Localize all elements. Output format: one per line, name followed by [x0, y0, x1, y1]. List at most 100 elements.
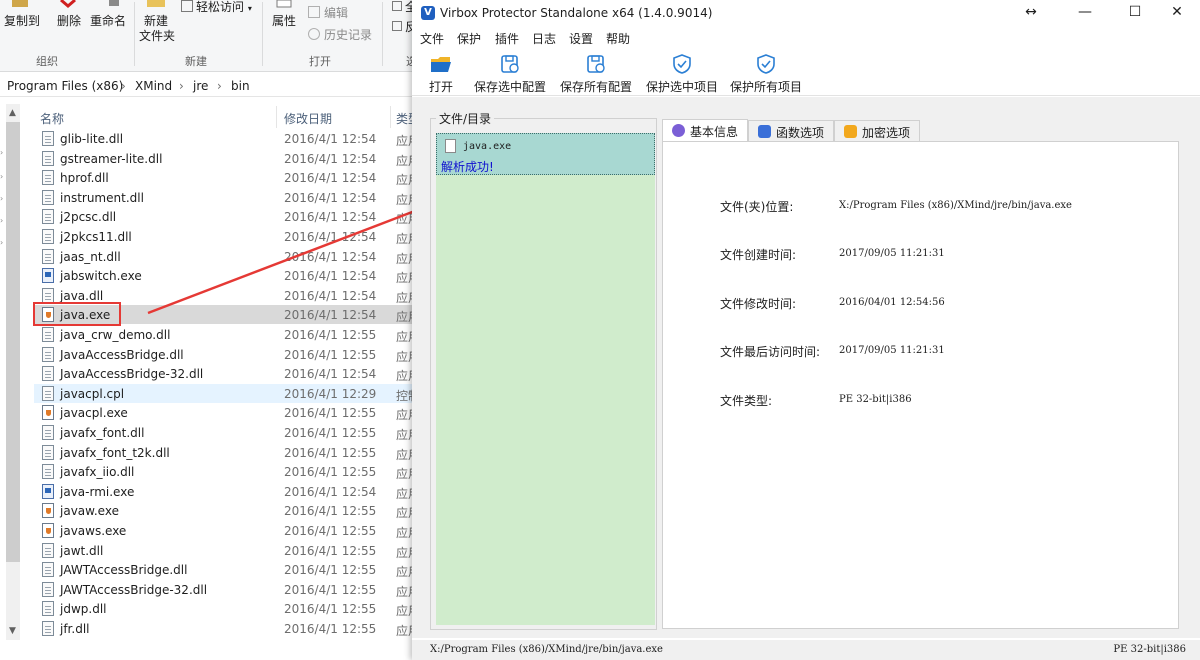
save-selected-config-button[interactable]: 保存选中配置: [472, 48, 548, 96]
close-button[interactable]: ✕: [1154, 0, 1200, 26]
ribbon-group-open: 打开: [309, 55, 331, 68]
rename-button[interactable]: 重命名: [90, 12, 126, 29]
file-row[interactable]: javacpl.exe 2016/4/1 12:55 应用: [34, 403, 420, 422]
file-row[interactable]: jaas_nt.dll 2016/4/1 12:54 应用: [34, 247, 420, 266]
scroll-up-icon[interactable]: ▲: [9, 108, 16, 118]
history-icon: [308, 28, 320, 40]
delete-button[interactable]: 删除: [57, 12, 81, 29]
file-row[interactable]: jfr.dll 2016/4/1 12:55 应用: [34, 619, 420, 638]
tab-encryption-options[interactable]: 加密选项: [834, 120, 920, 141]
easy-access-button[interactable]: 轻松访问 ▾: [181, 0, 252, 15]
file-row[interactable]: jawt.dll 2016/4/1 12:55 应用: [34, 541, 420, 560]
dll-file-icon: [42, 287, 54, 303]
protect-all-button[interactable]: 保护所有项目: [728, 48, 804, 96]
file-row[interactable]: javaws.exe 2016/4/1 12:55 应用: [34, 521, 420, 540]
explorer-ribbon: 复制到 删除 重命名 新建 文件夹 轻松访问 ▾ 属性 编辑 历史记录 全 反 …: [0, 0, 440, 72]
file-row[interactable]: j2pcsc.dll 2016/4/1 12:54 应用: [34, 207, 420, 226]
info-value-location: X:/Program Files (x86)/XMind/jre/bin/jav…: [839, 200, 1072, 211]
expand-icon[interactable]: ›: [0, 148, 3, 157]
tab-function-options[interactable]: 函数选项: [748, 120, 834, 141]
annotation-highlight-box: [33, 302, 121, 326]
resize-icon[interactable]: ↔: [1008, 0, 1054, 26]
nav-scrollbar-thumb[interactable]: [6, 122, 20, 562]
file-tree-item[interactable]: java.exe 解析成功!: [436, 133, 655, 175]
file-name: j2pcsc.dll: [60, 210, 117, 225]
exe-file-icon: [42, 268, 54, 284]
menu-file[interactable]: 文件: [420, 30, 444, 47]
dll-file-icon: [42, 170, 54, 186]
menu-help[interactable]: 帮助: [606, 30, 630, 47]
breadcrumb-bin[interactable]: bin: [231, 79, 250, 93]
file-date: 2016/4/1 12:54: [284, 367, 377, 382]
properties-icon: [276, 0, 292, 8]
info-value-file-type: PE 32-bit|i386: [839, 394, 912, 405]
window-title: Virbox Protector Standalone x64 (1.4.0.9…: [440, 6, 713, 20]
expand-icon[interactable]: ›: [0, 194, 3, 203]
scroll-down-icon[interactable]: ▼: [9, 626, 16, 636]
file-row[interactable]: JAWTAccessBridge-32.dll 2016/4/1 12:55 应用: [34, 580, 420, 599]
history-button[interactable]: 历史记录: [308, 26, 372, 43]
file-tree-item-name: java.exe: [463, 141, 512, 152]
new-folder-button-line2[interactable]: 文件夹: [139, 27, 175, 44]
maximize-button[interactable]: ☐: [1112, 0, 1158, 26]
file-tree[interactable]: java.exe 解析成功!: [436, 133, 655, 625]
lock-icon: [844, 125, 857, 138]
java-file-icon: [42, 523, 54, 538]
breadcrumb-xmind[interactable]: XMind: [135, 79, 172, 93]
file-row[interactable]: gstreamer-lite.dll 2016/4/1 12:54 应用: [34, 149, 420, 168]
column-divider[interactable]: [390, 106, 391, 128]
file-row[interactable]: glib-lite.dll 2016/4/1 12:54 应用: [34, 129, 420, 148]
info-label-file-type: 文件类型:: [720, 394, 773, 408]
file-name: javafx_font.dll: [60, 426, 145, 440]
file-name: java-rmi.exe: [60, 484, 135, 499]
copy-to-button[interactable]: 复制到: [4, 12, 40, 29]
menu-protect[interactable]: 保护: [457, 30, 481, 47]
file-date: 2016/4/1 12:55: [284, 543, 377, 558]
column-divider[interactable]: [276, 106, 277, 128]
file-row[interactable]: JAWTAccessBridge.dll 2016/4/1 12:55 应用: [34, 560, 420, 579]
dll-file-icon: [42, 581, 54, 597]
file-row[interactable]: JavaAccessBridge.dll 2016/4/1 12:55 应用: [34, 345, 420, 364]
file-row[interactable]: java_crw_demo.dll 2016/4/1 12:55 应用: [34, 325, 420, 344]
expand-icon[interactable]: ›: [0, 172, 3, 181]
file-name: glib-lite.dll: [60, 132, 124, 146]
save-all-config-button[interactable]: 保存所有配置: [558, 48, 634, 96]
file-row[interactable]: JavaAccessBridge-32.dll 2016/4/1 12:54 应用: [34, 364, 420, 383]
menu-settings[interactable]: 设置: [569, 30, 593, 47]
title-bar[interactable]: V Virbox Protector Standalone x64 (1.4.0…: [412, 0, 1200, 26]
expand-icon[interactable]: ›: [0, 216, 3, 225]
tab-basic-info[interactable]: 基本信息: [662, 119, 748, 142]
expand-icon[interactable]: ›: [0, 238, 3, 247]
file-row[interactable]: j2pkcs11.dll 2016/4/1 12:54 应用: [34, 227, 420, 246]
file-date: 2016/4/1 12:55: [284, 563, 377, 578]
column-header-name[interactable]: 名称: [40, 110, 64, 127]
file-row[interactable]: javaw.exe 2016/4/1 12:55 应用: [34, 501, 420, 520]
edit-button[interactable]: 编辑: [308, 4, 348, 21]
info-label-created: 文件创建时间:: [720, 248, 797, 262]
breadcrumb-program-files[interactable]: Program Files (x86): [7, 79, 123, 93]
file-row[interactable]: hprof.dll 2016/4/1 12:54 应用: [34, 168, 420, 187]
chevron-down-icon: ▾: [247, 4, 252, 13]
file-date: 2016/4/1 12:55: [284, 524, 377, 538]
file-row[interactable]: instrument.dll 2016/4/1 12:54 应用: [34, 188, 420, 207]
file-name: java_crw_demo.dll: [60, 328, 171, 342]
info-icon: [672, 124, 685, 137]
menu-log[interactable]: 日志: [532, 30, 556, 47]
address-bar[interactable]: Program Files (x86) › XMind › jre › bin: [0, 75, 440, 97]
file-row[interactable]: javafx_iio.dll 2016/4/1 12:55 应用: [34, 462, 420, 481]
file-row[interactable]: jabswitch.exe 2016/4/1 12:54 应用: [34, 266, 420, 285]
minimize-button[interactable]: —: [1062, 0, 1108, 26]
file-row[interactable]: javafx_font.dll 2016/4/1 12:55 应用: [34, 423, 420, 442]
menu-plugins[interactable]: 插件: [495, 30, 519, 47]
file-row[interactable]: javacpl.cpl 2016/4/1 12:29 控制: [34, 383, 420, 403]
file-name: j2pkcs11.dll: [60, 230, 132, 244]
open-button[interactable]: 打开: [418, 48, 464, 96]
column-header-date[interactable]: 修改日期: [284, 110, 332, 127]
file-row[interactable]: jdwp.dll 2016/4/1 12:55 应用: [34, 599, 420, 618]
protect-selected-button[interactable]: 保护选中项目: [644, 48, 720, 96]
breadcrumb-jre[interactable]: jre: [193, 79, 208, 93]
file-row[interactable]: java-rmi.exe 2016/4/1 12:54 应用: [34, 482, 420, 501]
toolbar: 打开 保存选中配置 保存所有配置 保护选中项目 保护所有项目: [412, 48, 1200, 96]
file-row[interactable]: javafx_font_t2k.dll 2016/4/1 12:55 应用: [34, 443, 420, 462]
properties-button[interactable]: 属性: [272, 12, 296, 29]
